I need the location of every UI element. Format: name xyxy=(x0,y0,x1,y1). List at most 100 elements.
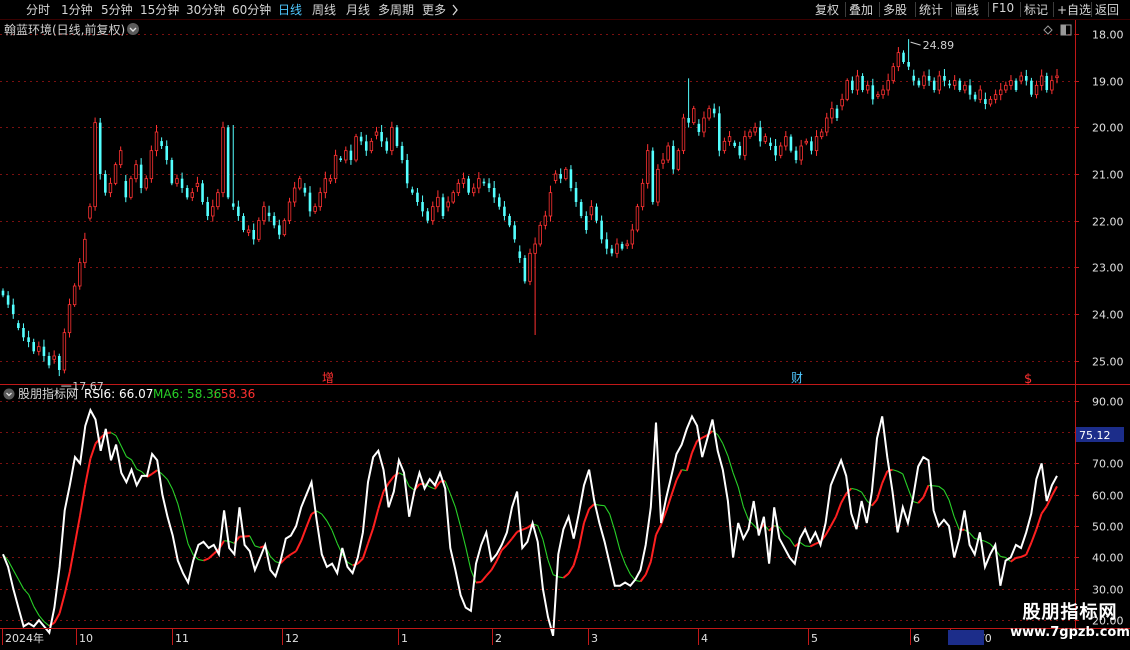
f10-button[interactable]: F10 xyxy=(992,1,1014,15)
candle[interactable] xyxy=(67,298,72,338)
candle[interactable] xyxy=(559,168,562,184)
candle[interactable] xyxy=(564,167,568,181)
candle[interactable] xyxy=(912,69,916,86)
candle[interactable] xyxy=(27,330,30,348)
candle[interactable] xyxy=(108,177,113,198)
candle[interactable] xyxy=(292,181,297,207)
candle[interactable] xyxy=(943,69,946,87)
candle[interactable] xyxy=(855,69,860,95)
candle[interactable] xyxy=(784,131,788,151)
candle[interactable] xyxy=(988,96,993,107)
period-minute-line[interactable]: 分时 xyxy=(26,1,50,18)
candle[interactable] xyxy=(277,219,281,240)
candle[interactable] xyxy=(656,164,660,207)
candle[interactable] xyxy=(98,118,102,180)
chevron-down-icon[interactable] xyxy=(127,23,139,35)
candle[interactable] xyxy=(978,85,982,104)
candle[interactable] xyxy=(226,125,230,200)
candle[interactable] xyxy=(584,211,588,234)
candle[interactable] xyxy=(359,132,363,146)
candle[interactable] xyxy=(195,176,200,192)
period-monthly[interactable]: 月线 xyxy=(346,1,370,18)
candle[interactable] xyxy=(932,77,936,93)
candle[interactable] xyxy=(569,165,573,192)
candle[interactable] xyxy=(426,208,429,224)
candle[interactable] xyxy=(1025,69,1028,86)
candle[interactable] xyxy=(190,188,195,202)
candle[interactable] xyxy=(313,203,317,214)
candle[interactable] xyxy=(154,125,159,157)
candle[interactable] xyxy=(395,125,399,148)
candle[interactable] xyxy=(814,130,819,156)
candle[interactable] xyxy=(886,73,890,96)
add-watchlist-button[interactable]: +自选 xyxy=(1057,1,1091,18)
candle[interactable] xyxy=(411,186,414,195)
candle[interactable] xyxy=(139,158,143,194)
candle[interactable] xyxy=(876,91,880,99)
candle[interactable] xyxy=(676,148,681,172)
candle[interactable] xyxy=(958,78,962,92)
candle[interactable] xyxy=(1045,72,1049,93)
candle[interactable] xyxy=(32,338,35,354)
candle[interactable] xyxy=(774,139,777,161)
period-1min[interactable]: 1分钟 xyxy=(61,1,93,18)
candle[interactable] xyxy=(819,128,824,140)
rsi-indicator-series[interactable] xyxy=(2,407,1058,637)
candle[interactable] xyxy=(237,200,240,221)
candle[interactable] xyxy=(118,146,123,169)
candle[interactable] xyxy=(93,117,97,211)
candle[interactable] xyxy=(498,193,501,210)
candle[interactable] xyxy=(681,113,686,155)
candle[interactable] xyxy=(1039,69,1044,91)
candle[interactable] xyxy=(871,78,875,105)
candle[interactable] xyxy=(589,200,594,221)
event-marker-dividend[interactable]: $ xyxy=(1024,372,1032,387)
candle[interactable] xyxy=(922,71,926,90)
candle[interactable] xyxy=(722,137,727,154)
candle[interactable] xyxy=(605,232,609,255)
candle[interactable] xyxy=(211,199,215,222)
candle[interactable] xyxy=(538,222,542,247)
candle[interactable] xyxy=(149,145,154,183)
candle[interactable] xyxy=(630,223,635,249)
candle[interactable] xyxy=(697,119,701,136)
candle[interactable] xyxy=(216,188,220,210)
candle[interactable] xyxy=(810,136,813,155)
candle[interactable] xyxy=(881,84,885,99)
period-15min[interactable]: 15分钟 xyxy=(140,1,179,18)
mark-button[interactable]: 标记 xyxy=(1024,1,1048,18)
candle[interactable] xyxy=(973,91,977,102)
candle[interactable] xyxy=(789,134,793,153)
candle[interactable] xyxy=(175,174,179,187)
candle[interactable] xyxy=(354,133,358,163)
candle[interactable] xyxy=(446,196,450,212)
candle[interactable] xyxy=(78,258,82,290)
candle[interactable] xyxy=(779,142,783,159)
candle[interactable] xyxy=(999,83,1003,101)
candle[interactable] xyxy=(113,162,118,186)
event-marker-finance[interactable]: 财 xyxy=(791,371,803,385)
candle[interactable] xyxy=(339,156,342,162)
candle[interactable] xyxy=(385,137,389,154)
candle[interactable] xyxy=(804,138,808,146)
candle[interactable] xyxy=(369,138,374,154)
candle[interactable] xyxy=(47,352,51,369)
candle[interactable] xyxy=(743,130,747,161)
period-weekly[interactable]: 周线 xyxy=(312,1,336,18)
overlay-button[interactable]: 叠加 xyxy=(849,1,873,18)
candle[interactable] xyxy=(528,248,532,286)
candle[interactable] xyxy=(692,105,696,125)
candle[interactable] xyxy=(718,106,721,157)
candle[interactable] xyxy=(533,237,537,335)
candle[interactable] xyxy=(579,199,583,219)
candle[interactable] xyxy=(252,223,256,245)
candle[interactable] xyxy=(851,76,854,94)
candle[interactable] xyxy=(298,175,302,191)
statistics-button[interactable]: 统计 xyxy=(919,1,943,18)
candle[interactable] xyxy=(712,103,716,118)
candle[interactable] xyxy=(518,245,522,263)
candle[interactable] xyxy=(738,141,742,159)
candle[interactable] xyxy=(687,78,690,128)
chevron-right-icon[interactable] xyxy=(451,4,459,16)
candle[interactable] xyxy=(645,144,650,189)
